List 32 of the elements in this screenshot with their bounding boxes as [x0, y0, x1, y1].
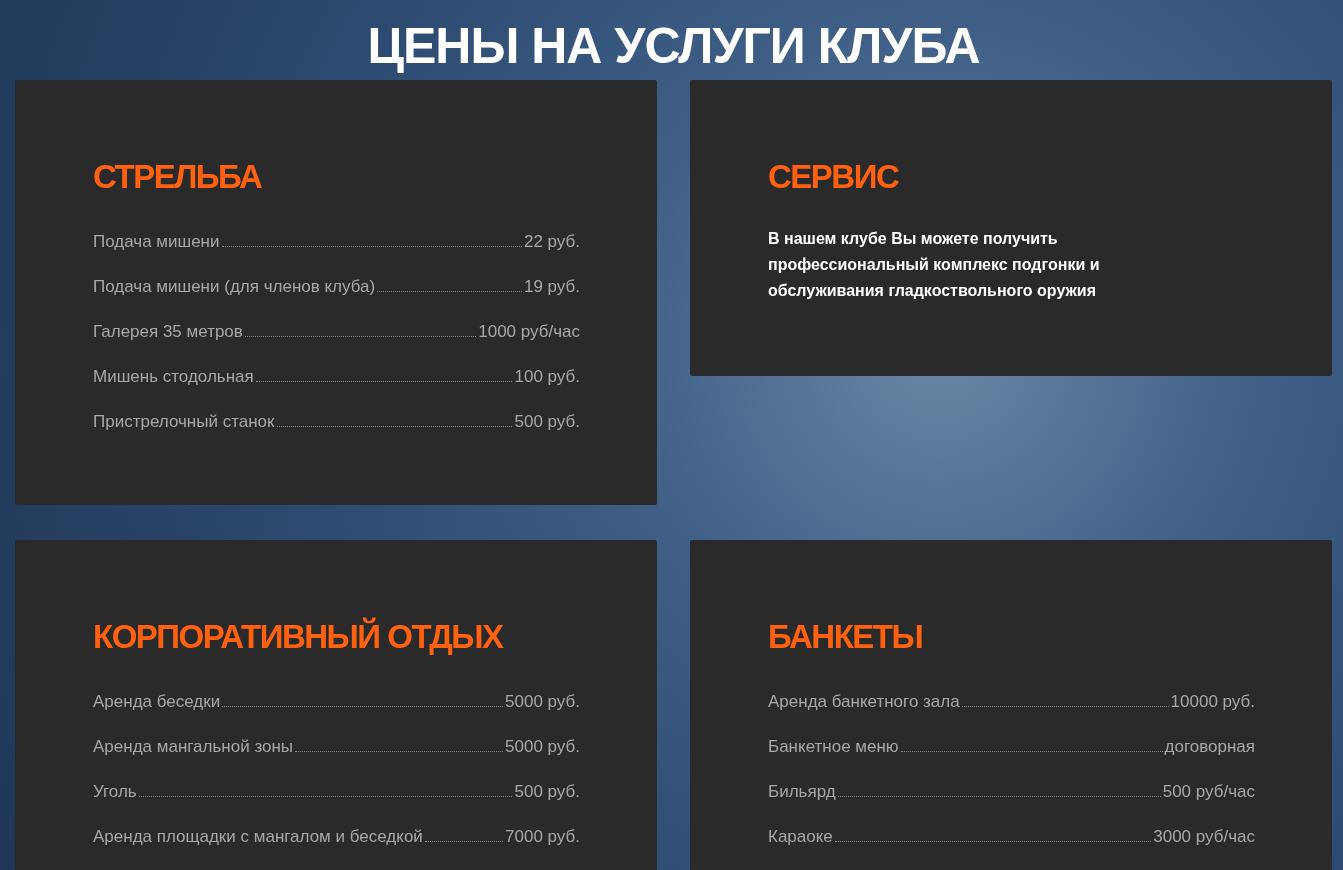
service-price: 1000 руб/час	[478, 322, 580, 342]
service-price: 22 руб.	[523, 232, 580, 252]
service-price: 7000 руб.	[505, 827, 580, 847]
service-name: Бильярд	[768, 782, 836, 802]
page-title: ЦЕНЫ НА УСЛУГИ КЛУБА	[367, 17, 980, 76]
service-name: Аренда площадки с мангалом и беседкой	[93, 827, 423, 847]
service-price: договорная	[1164, 737, 1255, 757]
service-price: 19 руб.	[523, 277, 580, 297]
service-name: Караоке	[768, 827, 833, 847]
service-price: 500 руб.	[514, 412, 580, 432]
service-name: Пристрелочный станок	[93, 412, 275, 432]
service-price: 5000 руб.	[505, 737, 580, 757]
service-name: Уголь	[93, 782, 137, 802]
service-price: 5000 руб.	[505, 692, 580, 712]
card-title: СТРЕЛЬБА	[93, 157, 262, 197]
service-name: Аренда мангальной зоны	[93, 737, 294, 757]
service-name: Аренда беседки	[93, 692, 221, 712]
card-title: СЕРВИС	[768, 157, 899, 197]
service-description: В нашем клубе Вы можете получить профессиональный комплекс подгонки и обслуживания гладкоствольного оружия	[768, 229, 1101, 301]
service-name: Подача мишени	[93, 232, 220, 252]
service-price: 100 руб.	[514, 367, 580, 387]
service-price: 500 руб/час	[1162, 782, 1255, 802]
service-name: Мишень стодольная	[93, 367, 254, 387]
card-title: БАНКЕТЫ	[768, 617, 923, 657]
service-name: Банкетное меню	[768, 737, 899, 757]
service-price: 3000 руб/час	[1153, 827, 1255, 847]
service-price: 500 руб.	[514, 782, 580, 802]
card-title: КОРПОРАТИВНЫЙ ОТДЫХ	[93, 616, 503, 657]
service-name: Аренда банкетного зала	[768, 692, 960, 712]
service-price: 10000 руб.	[1170, 692, 1255, 712]
service-name: Подача мишени (для членов клуба)	[93, 277, 376, 297]
service-name: Галерея 35 метров	[93, 322, 243, 342]
